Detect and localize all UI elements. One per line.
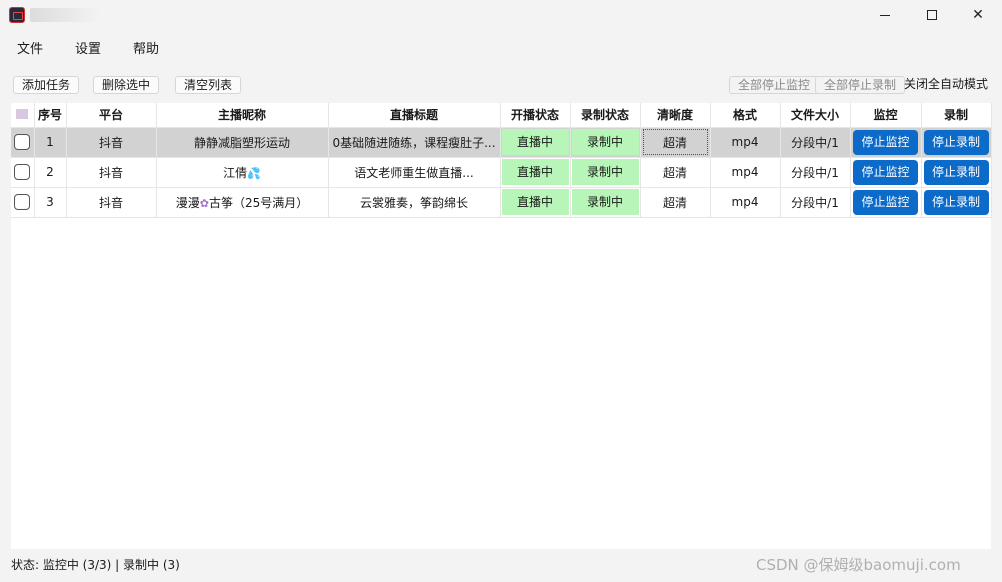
window-title bbox=[30, 8, 100, 22]
stop-all-monitor-button[interactable]: 全部停止监控 bbox=[729, 76, 820, 94]
stop-record-button[interactable]: 停止录制 bbox=[923, 159, 989, 185]
stop-monitor-button[interactable]: 停止监控 bbox=[853, 159, 918, 185]
record-status-badge: 录制中 bbox=[571, 189, 639, 215]
row-quality[interactable]: 超清 bbox=[640, 187, 711, 218]
menu-settings[interactable]: 设置 bbox=[75, 38, 101, 57]
nickname-text: 江倩 bbox=[223, 165, 248, 180]
header-nickname[interactable]: 主播昵称 bbox=[156, 103, 329, 128]
row-checkbox[interactable] bbox=[14, 194, 31, 210]
row-record-status: 录制中 bbox=[570, 127, 641, 158]
row-record-cell: 停止录制 bbox=[921, 187, 992, 218]
clear-list-button[interactable]: 清空列表 bbox=[175, 76, 242, 94]
header-record-status[interactable]: 录制状态 bbox=[570, 103, 641, 128]
header-platform[interactable]: 平台 bbox=[66, 103, 157, 128]
row-quality[interactable]: 超清 bbox=[640, 157, 711, 188]
row-platform: 抖音 bbox=[66, 127, 157, 158]
row-title: 云裳雅奏，筝韵绵长 bbox=[328, 187, 501, 218]
row-nickname: 静静减脂塑形运动 bbox=[156, 127, 329, 158]
menu-help[interactable]: 帮助 bbox=[133, 38, 159, 57]
maximize-icon bbox=[927, 10, 937, 20]
row-index: 3 bbox=[34, 187, 67, 218]
header-quality[interactable]: 清晰度 bbox=[640, 103, 711, 128]
nickname-text: 静静减脂塑形运动 bbox=[193, 135, 290, 150]
title-bar: ✕ bbox=[0, 0, 1002, 30]
header-monitor[interactable]: 监控 bbox=[850, 103, 922, 128]
row-index: 1 bbox=[34, 127, 67, 158]
header-index[interactable]: 序号 bbox=[34, 103, 67, 128]
row-quality[interactable]: 超清 bbox=[640, 127, 711, 158]
row-checkbox-cell[interactable] bbox=[11, 187, 35, 218]
row-size: 分段中/1 bbox=[780, 127, 851, 158]
row-index: 2 bbox=[34, 157, 67, 188]
minimize-button[interactable] bbox=[862, 0, 908, 30]
row-checkbox[interactable] bbox=[14, 164, 31, 180]
quality-value: 超清 bbox=[642, 129, 708, 155]
record-status-badge: 录制中 bbox=[571, 129, 639, 155]
row-checkbox[interactable] bbox=[14, 134, 31, 150]
row-live-status: 直播中 bbox=[500, 187, 571, 218]
row-platform: 抖音 bbox=[66, 157, 157, 188]
nickname-suffix: 古筝（25号满月） bbox=[208, 195, 309, 210]
row-record-status: 录制中 bbox=[570, 157, 641, 188]
minimize-icon bbox=[880, 14, 890, 16]
app-icon bbox=[9, 7, 25, 23]
row-format: mp4 bbox=[710, 127, 781, 158]
row-monitor-cell: 停止监控 bbox=[850, 157, 922, 188]
row-title: 语文老师重生做直播... bbox=[328, 157, 501, 188]
row-nickname: 漫漫✿古筝（25号满月） bbox=[156, 187, 329, 218]
header-live-status[interactable]: 开播状态 bbox=[500, 103, 571, 128]
header-record[interactable]: 录制 bbox=[921, 103, 992, 128]
stop-record-button[interactable]: 停止录制 bbox=[923, 129, 989, 155]
add-task-button[interactable]: 添加任务 bbox=[13, 76, 80, 94]
row-nickname: 江倩💦 bbox=[156, 157, 329, 188]
record-status-badge: 录制中 bbox=[571, 159, 639, 185]
close-icon: ✕ bbox=[972, 7, 984, 23]
select-all-icon bbox=[16, 108, 29, 119]
live-status-badge: 直播中 bbox=[501, 159, 569, 185]
table-row[interactable]: 3 抖音 漫漫✿古筝（25号满月） 云裳雅奏，筝韵绵长 直播中 录制中 超清 m… bbox=[11, 187, 992, 218]
row-size: 分段中/1 bbox=[780, 157, 851, 188]
table-row[interactable]: 2 抖音 江倩💦 语文老师重生做直播... 直播中 录制中 超清 mp4 分段中… bbox=[11, 157, 992, 188]
row-format: mp4 bbox=[710, 157, 781, 188]
task-table: 序号 平台 主播昵称 直播标题 开播状态 录制状态 清晰度 格式 文件大小 监控… bbox=[11, 103, 992, 549]
row-checkbox-cell[interactable] bbox=[11, 157, 35, 188]
live-status-badge: 直播中 bbox=[501, 129, 569, 155]
row-monitor-cell: 停止监控 bbox=[850, 187, 922, 218]
header-format[interactable]: 格式 bbox=[710, 103, 781, 128]
maximize-button[interactable] bbox=[909, 0, 955, 30]
row-live-status: 直播中 bbox=[500, 157, 571, 188]
row-platform: 抖音 bbox=[66, 187, 157, 218]
close-button[interactable]: ✕ bbox=[955, 0, 1001, 30]
select-all-checkbox[interactable] bbox=[11, 103, 35, 128]
delete-selected-button[interactable]: 删除选中 bbox=[93, 76, 160, 94]
row-record-cell: 停止录制 bbox=[921, 127, 992, 158]
row-title: 0基础随进随练，课程瘦肚子... bbox=[328, 127, 501, 158]
row-record-status: 录制中 bbox=[570, 187, 641, 218]
menu-file[interactable]: 文件 bbox=[17, 38, 43, 57]
table-row[interactable]: 1 抖音 静静减脂塑形运动 0基础随进随练，课程瘦肚子... 直播中 录制中 超… bbox=[11, 127, 992, 158]
live-status-badge: 直播中 bbox=[501, 189, 569, 215]
table-header-row: 序号 平台 主播昵称 直播标题 开播状态 录制状态 清晰度 格式 文件大小 监控… bbox=[11, 103, 992, 128]
row-format: mp4 bbox=[710, 187, 781, 218]
row-monitor-cell: 停止监控 bbox=[850, 127, 922, 158]
nickname-text: 漫漫 bbox=[175, 195, 200, 210]
header-size[interactable]: 文件大小 bbox=[780, 103, 851, 128]
row-size: 分段中/1 bbox=[780, 187, 851, 218]
close-auto-mode-button[interactable]: 关闭全自动模式 bbox=[896, 76, 996, 94]
row-live-status: 直播中 bbox=[500, 127, 571, 158]
row-record-cell: 停止录制 bbox=[921, 157, 992, 188]
watermark: CSDN @保姆级baomuji.com bbox=[756, 556, 961, 574]
header-title[interactable]: 直播标题 bbox=[328, 103, 501, 128]
stop-all-record-button[interactable]: 全部停止录制 bbox=[815, 76, 906, 94]
stop-monitor-button[interactable]: 停止监控 bbox=[853, 129, 918, 155]
droplet-icon: 💦 bbox=[247, 166, 261, 180]
flower-icon: ✿ bbox=[199, 196, 209, 210]
row-checkbox-cell[interactable] bbox=[11, 127, 35, 158]
status-bar: 状态: 监控中 (3/3) | 录制中 (3) bbox=[11, 558, 180, 572]
menu-bar: 文件 设置 帮助 bbox=[0, 34, 1002, 58]
stop-monitor-button[interactable]: 停止监控 bbox=[853, 189, 918, 215]
stop-record-button[interactable]: 停止录制 bbox=[923, 189, 989, 215]
